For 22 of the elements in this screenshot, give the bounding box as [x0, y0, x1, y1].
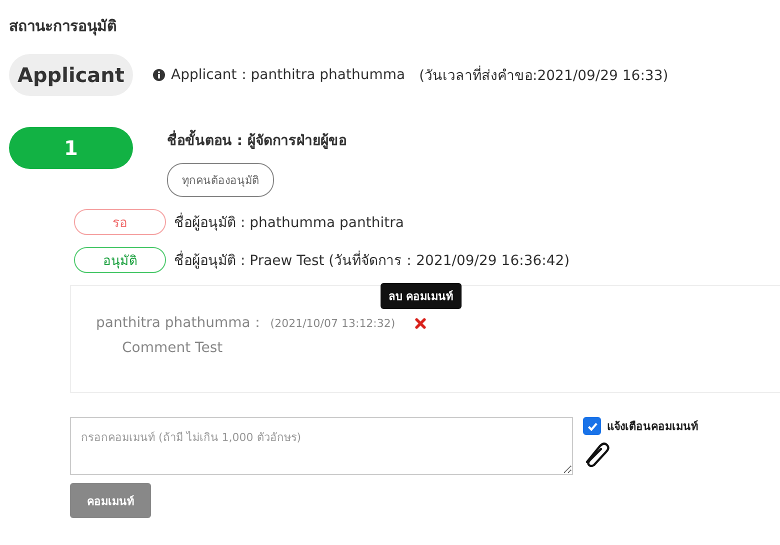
submitted-time: (วันเวลาที่ส่งคำขอ:2021/09/29 16:33) — [419, 64, 668, 86]
comment-time: (2021/10/07 13:12:32) — [270, 316, 396, 330]
paperclip-icon[interactable] — [583, 441, 611, 467]
status-tag: อนุมัติ — [74, 247, 166, 273]
approval-rule-tag: ทุกคนต้องอนุมัติ — [167, 163, 274, 197]
notify-label: แจ้งเตือนคอมเมนท์ — [607, 419, 698, 435]
info-icon — [153, 69, 165, 81]
notify-checkbox[interactable] — [583, 417, 601, 435]
comment-author: panthitra phathumma： — [96, 314, 264, 332]
delete-icon[interactable] — [415, 318, 426, 328]
applicant-info: Applicant：panthitra phathumma — [171, 66, 406, 84]
applicant-badge: Applicant — [9, 54, 133, 96]
approver-name: ชื่อผู้อนุมัติ : Praew Test (วันที่จัดการ：2021/09/29 16:36:42) — [174, 249, 570, 271]
step-name: ชื่อขั้นตอน : ผู้จัดการฝ่ายผู้ขอ — [167, 129, 346, 151]
comment-field[interactable]: กรอกคอมเมนท์ (ถ้ามี ไม่เกิน 1,000 ตัวอักษร) — [70, 417, 573, 475]
approver-name: ชื่อผู้อนุมัติ : phathumma panthitra — [174, 211, 404, 233]
section-title: สถานะการอนุมัติ — [9, 16, 118, 38]
status-tag: รอ — [74, 209, 166, 235]
comment-text: Comment Test — [122, 340, 224, 356]
comment-button[interactable]: คอมเมนท์ — [70, 483, 151, 518]
tooltip: ลบ คอมเมนท์ — [380, 282, 462, 308]
step-number: 1 — [9, 127, 133, 169]
